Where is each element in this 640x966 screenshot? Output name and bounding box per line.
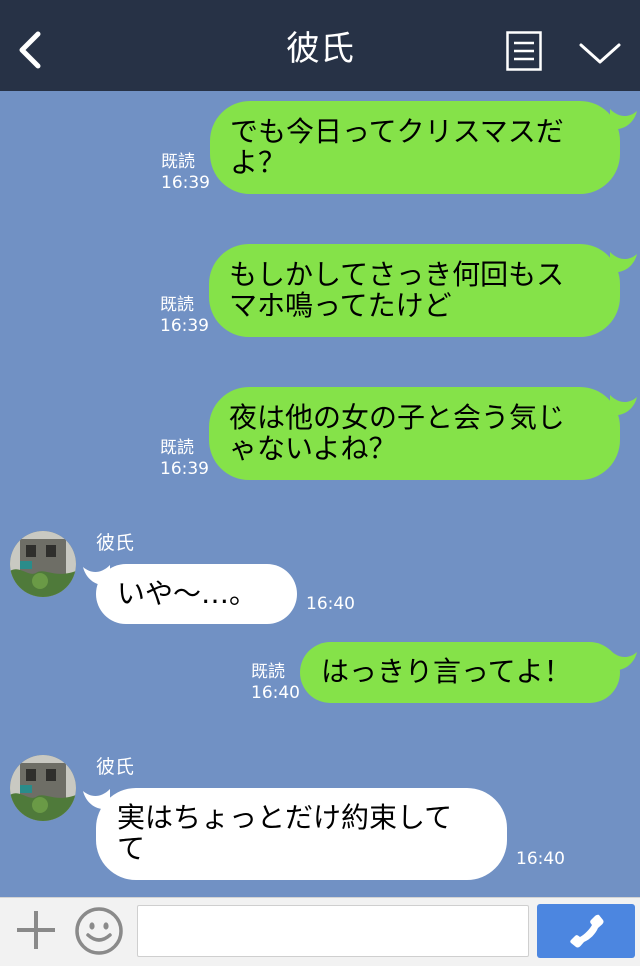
plus-icon[interactable]: [14, 908, 58, 952]
read-receipt: 既読: [251, 662, 285, 682]
phone-icon: [570, 914, 604, 948]
chevron-down-icon[interactable]: [578, 38, 622, 68]
message-text-line: よ？: [230, 146, 287, 179]
message-text-line: いや〜…。: [117, 577, 258, 610]
message-time: 16:39: [160, 459, 209, 479]
bubble-tail: [610, 109, 637, 130]
bubble-tail: [610, 650, 637, 671]
message-text-line: マホ鳴ってたけど: [229, 289, 452, 322]
sender-name: 彼氏: [96, 532, 135, 554]
note-list-icon[interactable]: [506, 31, 542, 71]
message-bubble-sent[interactable]: でも今日ってクリスマスだ よ？: [210, 101, 620, 194]
message-text-line: て: [117, 832, 146, 865]
call-button[interactable]: [537, 904, 635, 958]
bubble-tail: [610, 395, 637, 416]
smiley-icon[interactable]: [74, 906, 124, 956]
message-bubble-sent[interactable]: もしかしてさっき何回もス マホ鳴ってたけど: [209, 244, 620, 337]
sender-name: 彼氏: [96, 756, 135, 778]
message-bubble-sent[interactable]: 夜は他の女の子と会う気じ ゃないよね？: [209, 387, 620, 480]
avatar-photo: [10, 531, 76, 597]
read-receipt: 既読: [161, 152, 195, 172]
avatar-photo: [10, 755, 76, 821]
message-time: 16:40: [251, 683, 300, 703]
bubble-tail: [610, 252, 637, 273]
read-receipt: 既読: [160, 438, 194, 458]
message-bubble-received[interactable]: いや〜…。: [96, 564, 297, 624]
message-time: 16:39: [161, 173, 210, 193]
chat-area[interactable]: 既読 16:39 でも今日ってクリスマスだ よ？ 既読 16:39 もしかしてさ…: [0, 91, 640, 897]
chat-header: 彼氏: [0, 0, 640, 91]
avatar[interactable]: [10, 755, 76, 821]
message-text-line: でも今日ってクリスマスだ: [230, 115, 564, 148]
message-time: 16:40: [306, 594, 355, 614]
message-text-line: ゃないよね？: [229, 432, 397, 465]
message-text-line: 夜は他の女の子と会う気じ: [229, 401, 566, 434]
avatar[interactable]: [10, 531, 76, 597]
message-bubble-sent[interactable]: はっきり言ってよ！: [300, 642, 620, 703]
message-time: 16:39: [160, 316, 209, 336]
message-meta: 既読 16:39: [160, 295, 209, 337]
chat-title: 彼氏: [286, 29, 354, 69]
read-receipt: 既読: [160, 295, 194, 315]
message-text-line: もしかしてさっき何回もス: [229, 258, 565, 291]
input-bar: [0, 897, 640, 966]
message-meta: 既読 16:40: [251, 662, 300, 704]
message-time: 16:40: [516, 849, 565, 869]
message-meta: 既読 16:39: [161, 152, 210, 194]
message-meta: 既読 16:39: [160, 438, 209, 480]
message-text-line: 実はちょっとだけ約束して: [117, 801, 453, 834]
message-input[interactable]: [137, 905, 529, 957]
message-text-line: はっきり言ってよ！: [321, 655, 572, 688]
message-bubble-received[interactable]: 実はちょっとだけ約束して て: [96, 788, 507, 880]
